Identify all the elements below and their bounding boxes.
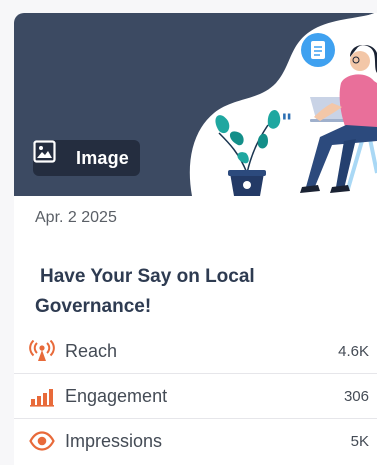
post-media[interactable]: " Image	[14, 13, 377, 196]
bar-chart-icon	[29, 385, 55, 407]
metric-label: Impressions	[65, 430, 163, 451]
media-type-badge: Image	[33, 140, 140, 176]
image-icon	[33, 140, 63, 170]
metric-impressions: Impressions 5K	[14, 418, 377, 463]
metric-value: 4.6K	[338, 342, 369, 360]
post-card[interactable]: " Image Apr. 2 2025 Have Your Say on Loc…	[14, 13, 377, 465]
metric-reach: Reach 4.6K	[14, 329, 377, 373]
svg-text:": "	[281, 111, 292, 136]
metric-engagement: Engagement 306	[14, 373, 377, 418]
post-title[interactable]: Have Your Say on Local Governance!	[35, 262, 365, 322]
broadcast-icon	[29, 340, 55, 362]
metric-label: Engagement	[65, 385, 168, 406]
metric-value: 5K	[350, 432, 369, 450]
metric-value: 306	[343, 387, 369, 405]
eye-icon	[29, 430, 55, 452]
post-date: Apr. 2 2025	[35, 209, 117, 226]
metric-label: Reach	[65, 340, 118, 361]
media-type-label: Image	[76, 147, 130, 168]
